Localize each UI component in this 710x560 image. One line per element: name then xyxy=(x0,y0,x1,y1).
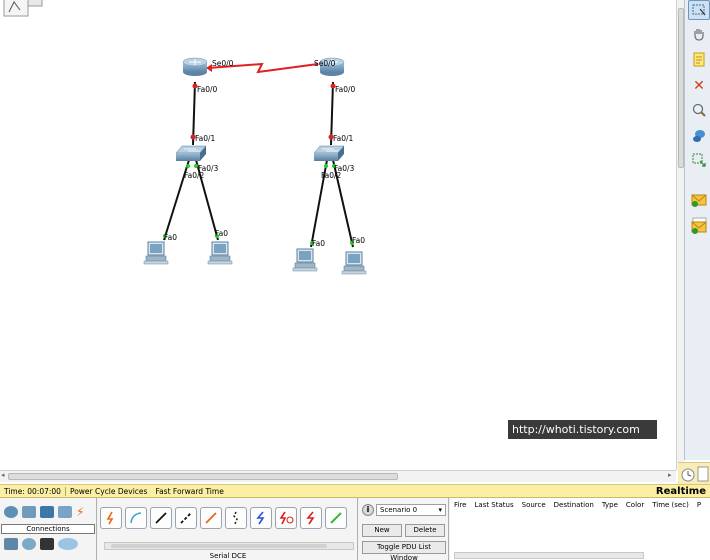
pdu-list-scrollbar[interactable] xyxy=(454,552,644,559)
pc-1[interactable] xyxy=(143,241,169,265)
common-tools-bar: ✕ xyxy=(684,0,710,460)
pdu-col-fire: Fire xyxy=(454,501,467,509)
selected-cable-label: Serial DCE xyxy=(209,552,247,560)
label-router-right-serial: Se0/0 xyxy=(314,59,336,68)
delete-scenario-button[interactable]: Delete xyxy=(405,524,445,537)
vertical-scrollbar[interactable] xyxy=(676,0,684,470)
pc-2[interactable] xyxy=(207,241,233,265)
resize-shape-icon[interactable] xyxy=(688,150,710,170)
simulation-time: Time: 00:07:00 xyxy=(0,486,66,496)
logical-workspace[interactable]: Se0/0 Se0/0 Fa0/0 Fa0/0 Fa0/1 Fa0/1 Fa0/… xyxy=(0,0,676,470)
power-cycle-button[interactable]: Power Cycle Devices xyxy=(66,487,152,496)
coaxial-cable-icon[interactable] xyxy=(250,507,272,529)
automatic-cable-icon[interactable] xyxy=(100,507,122,529)
add-simple-pdu-icon[interactable] xyxy=(688,190,710,210)
pdu-col-source: Source xyxy=(521,501,546,509)
watermark: http://whoti.tistory.com xyxy=(508,420,657,439)
pdu-col-type: Type xyxy=(601,501,618,509)
connection-types-panel: Serial DCE xyxy=(98,498,358,560)
switches-category-icon[interactable] xyxy=(22,506,36,518)
pc-4[interactable] xyxy=(341,251,367,275)
link-status-dots xyxy=(163,83,354,245)
new-scenario-button[interactable]: New xyxy=(362,524,402,537)
add-complex-pdu-icon[interactable] xyxy=(688,216,710,236)
phone-cable-icon[interactable] xyxy=(225,507,247,529)
ethernet-links xyxy=(163,81,354,248)
scenario-select-value: Scenario 0 xyxy=(380,506,418,514)
wan-emulation-category-icon[interactable] xyxy=(22,538,36,550)
switch-right[interactable] xyxy=(313,145,345,161)
hubs-category-icon[interactable] xyxy=(40,506,54,518)
label-router-right-fa: Fa0/0 xyxy=(335,85,356,94)
pdu-col-p: P xyxy=(696,501,702,509)
move-layout-hand-icon[interactable] xyxy=(688,24,710,44)
pdu-col-time: Time (sec) xyxy=(652,501,689,509)
label-pc2-fa: Fa0 xyxy=(215,229,228,238)
fast-forward-button[interactable]: Fast Forward Time xyxy=(151,487,227,496)
toggle-pdu-list-button[interactable]: Toggle PDU List Window xyxy=(362,541,446,560)
horizontal-scroll-thumb[interactable] xyxy=(8,473,398,480)
switch-left[interactable] xyxy=(175,145,207,161)
router-left[interactable] xyxy=(182,57,208,76)
bottom-panel: ⚡ Connections Serial DCE i Scenario 0 ▾ N… xyxy=(0,498,710,560)
place-note-icon[interactable] xyxy=(688,50,710,70)
end-devices-category-icon[interactable] xyxy=(4,538,18,550)
connections-category-icon[interactable]: ⚡ xyxy=(76,506,90,518)
chevron-down-icon: ▾ xyxy=(438,506,442,514)
draw-shape-icon[interactable] xyxy=(688,126,710,146)
wireless-category-icon[interactable] xyxy=(58,506,72,518)
logical-view-icon[interactable] xyxy=(3,0,43,17)
octal-cable-icon[interactable] xyxy=(325,507,347,529)
connections-label: Connections xyxy=(1,524,95,534)
scenario-info-icon[interactable]: i xyxy=(362,504,374,516)
copper-cross-cable-icon[interactable] xyxy=(175,507,197,529)
serial-dce-cable-icon[interactable] xyxy=(275,507,297,529)
pdu-list: Fire Last Status Source Destination Type… xyxy=(450,498,710,560)
pdu-col-destination: Destination xyxy=(553,501,594,509)
pdu-col-color: Color xyxy=(625,501,645,509)
label-pc1-fa: Fa0 xyxy=(164,233,177,242)
delete-x-icon[interactable]: ✕ xyxy=(688,76,710,96)
scroll-right-arrow-icon[interactable]: ▸ xyxy=(668,471,672,479)
pdu-list-header: Fire Last Status Source Destination Type… xyxy=(450,501,705,509)
topology-canvas[interactable]: Se0/0 Se0/0 Fa0/0 Fa0/0 Fa0/1 Fa0/1 Fa0/… xyxy=(0,0,676,470)
custom-devices-category-icon[interactable] xyxy=(40,538,54,550)
pdu-col-last-status: Last Status xyxy=(474,501,514,509)
pc-3[interactable] xyxy=(292,248,318,272)
label-switch-right-p2: Fa0/2 xyxy=(321,171,342,180)
label-switch-left-p2: Fa0/2 xyxy=(184,171,205,180)
scenario-select[interactable]: Scenario 0 ▾ xyxy=(376,504,446,516)
realtime-mode-label[interactable]: Realtime xyxy=(656,486,710,497)
cable-scrollbar[interactable] xyxy=(104,542,354,550)
horizontal-scrollbar[interactable]: ◂ ▸ xyxy=(0,470,676,482)
routers-category-icon[interactable] xyxy=(4,506,18,518)
label-router-left-fa: Fa0/0 xyxy=(197,85,218,94)
label-switch-right-uplink: Fa0/1 xyxy=(333,134,354,143)
scenario-panel: i Scenario 0 ▾ New Delete Toggle PDU List… xyxy=(359,498,449,560)
multiuser-cloud-category-icon[interactable] xyxy=(58,538,78,550)
label-pc4-fa: Fa0 xyxy=(352,236,365,245)
status-bar: Time: 00:07:00 Power Cycle Devices Fast … xyxy=(0,484,710,498)
label-switch-left-uplink: Fa0/1 xyxy=(195,134,216,143)
realtime-mode-tab[interactable] xyxy=(678,462,710,484)
fiber-cable-icon[interactable] xyxy=(200,507,222,529)
copper-straight-cable-icon[interactable] xyxy=(150,507,172,529)
select-tool-icon[interactable] xyxy=(688,0,710,20)
label-pc3-fa: Fa0 xyxy=(312,239,325,248)
inspect-magnifier-icon[interactable] xyxy=(688,100,710,120)
serial-dte-cable-icon[interactable] xyxy=(300,507,322,529)
label-router-left-serial: Se0/0 xyxy=(212,59,234,68)
scroll-left-arrow-icon[interactable]: ◂ xyxy=(1,471,5,479)
console-cable-icon[interactable] xyxy=(125,507,147,529)
device-type-selection: ⚡ Connections xyxy=(0,498,97,560)
